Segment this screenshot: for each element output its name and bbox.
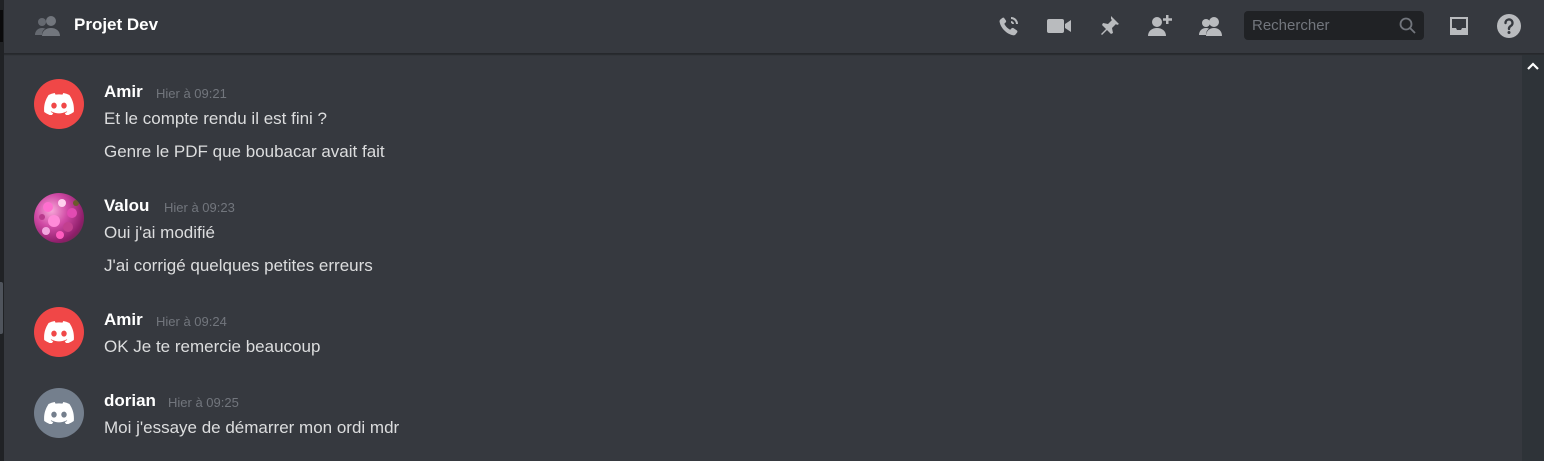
- search-box[interactable]: [1244, 11, 1424, 40]
- message-timestamp: Hier à 09:21: [156, 86, 227, 101]
- search-icon: [1399, 17, 1416, 34]
- message-author[interactable]: dorian: [104, 391, 156, 411]
- help-icon[interactable]: [1494, 12, 1524, 40]
- avatar[interactable]: [34, 307, 84, 357]
- message-timestamp: Hier à 09:25: [168, 395, 239, 410]
- members-icon[interactable]: [1196, 12, 1226, 40]
- sidebar-edge-mark: [0, 10, 3, 42]
- message-author[interactable]: Amir: [104, 82, 143, 102]
- search-input[interactable]: [1244, 11, 1394, 40]
- call-icon[interactable]: [994, 12, 1024, 40]
- message-timestamp: Hier à 09:23: [164, 200, 235, 215]
- add-member-icon[interactable]: [1145, 12, 1175, 40]
- message-text: Genre le PDF que boubacar avait fait: [104, 142, 385, 161]
- scroll-up-arrow-icon[interactable]: [1526, 59, 1540, 71]
- message-text: Moi j'essaye de démarrer mon ordi mdr: [104, 418, 400, 437]
- message-timestamp: Hier à 09:24: [156, 314, 227, 329]
- message-text: J'ai corrigé quelques petites erreurs: [104, 256, 373, 275]
- message-text: Oui j'ai modifié: [104, 223, 215, 242]
- channel-header: Projet Dev: [4, 0, 1544, 54]
- discord-logo-icon: [44, 93, 74, 115]
- message-list: Amir Hier à 09:21 Et le compte rendu il …: [4, 55, 1522, 461]
- avatar[interactable]: [34, 193, 84, 243]
- message-text: Et le compte rendu il est fini ?: [104, 109, 328, 128]
- pin-icon[interactable]: [1094, 12, 1124, 40]
- inbox-icon[interactable]: [1444, 12, 1474, 40]
- avatar[interactable]: [34, 79, 84, 129]
- avatar[interactable]: [34, 388, 84, 438]
- discord-logo-icon: [44, 321, 74, 343]
- group-dm-icon: [34, 14, 62, 38]
- message-scrollbar[interactable]: [1522, 55, 1544, 461]
- flowers-photo-icon: [39, 199, 79, 239]
- video-icon[interactable]: [1044, 12, 1074, 40]
- sidebar-scroll-thumb[interactable]: [0, 282, 3, 334]
- discord-logo-icon: [44, 402, 74, 424]
- message-author[interactable]: Amir: [104, 310, 143, 330]
- channel-title: Projet Dev: [74, 15, 159, 34]
- message-author[interactable]: Valou: [104, 196, 149, 216]
- message-text: OK Je te remercie beaucoup: [104, 337, 321, 356]
